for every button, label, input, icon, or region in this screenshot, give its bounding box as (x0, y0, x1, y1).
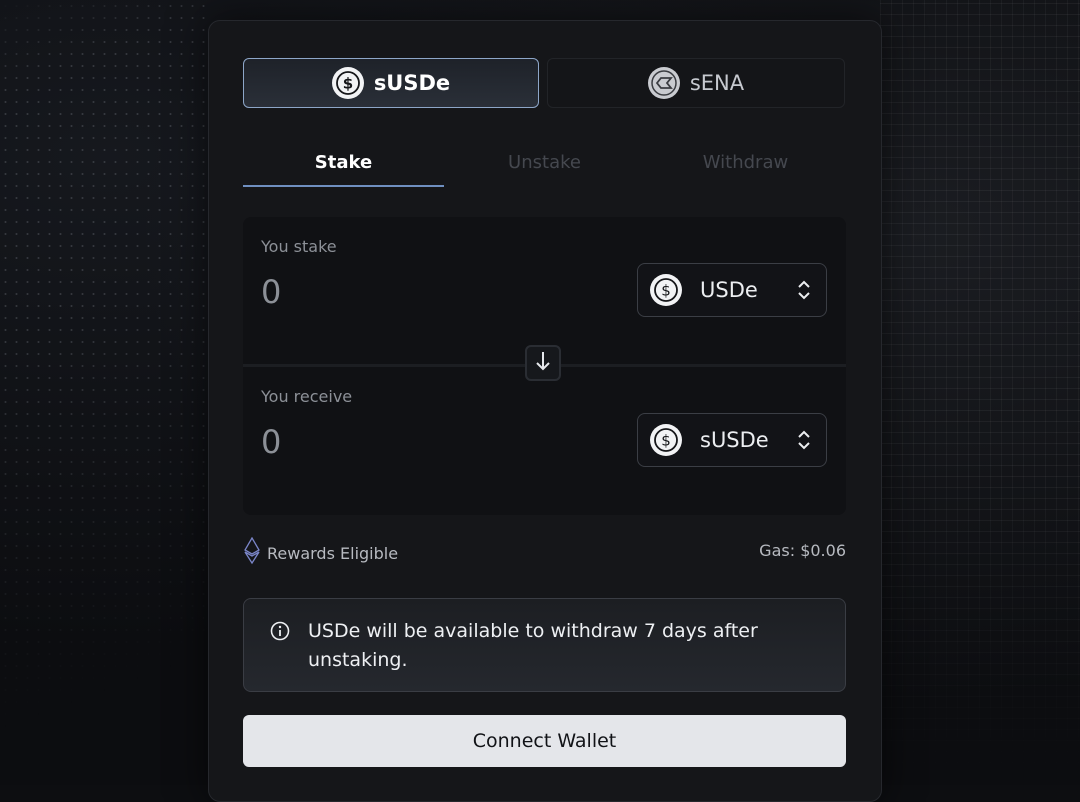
stake-label: You stake (261, 237, 337, 256)
usde-coin-icon: $ (331, 67, 364, 99)
susde-coin-icon: $ (650, 424, 682, 456)
chevron-up-down-icon (794, 278, 814, 302)
receive-token-name: sUSDe (700, 428, 769, 452)
rewards-label: Rewards Eligible (267, 543, 399, 563)
swap-box: You stake $ USDe (243, 217, 846, 515)
stake-amount-input[interactable] (261, 272, 561, 312)
chevron-up-down-icon (794, 428, 814, 452)
tab-unstake[interactable]: Unstake (444, 139, 645, 185)
stake-token-selector[interactable]: $ USDe (637, 263, 827, 317)
withdraw-notice: USDe will be available to withdraw 7 day… (243, 598, 846, 692)
svg-text:$: $ (343, 75, 353, 93)
background-pattern-right (880, 0, 1080, 785)
info-icon (270, 621, 290, 645)
ethereum-icon (243, 536, 261, 569)
ena-coin-icon (647, 67, 680, 99)
tab-sena[interactable]: sENA (547, 58, 845, 108)
tab-stake[interactable]: Stake (243, 139, 444, 187)
tab-susde[interactable]: $ sUSDe (243, 58, 539, 108)
gas-fee: Gas: $0.06 (759, 541, 846, 560)
stake-token-name: USDe (700, 278, 758, 302)
token-tabs: $ sUSDe sENA (243, 58, 846, 110)
arrow-down-icon (534, 350, 552, 376)
meta-row: Rewards Eligible Gas: $0.06 (243, 536, 846, 565)
receive-amount-input[interactable] (261, 422, 561, 462)
rewards-eligible: Rewards Eligible (243, 536, 399, 569)
swap-direction-button[interactable] (525, 345, 561, 381)
staking-panel: $ sUSDe sENA Stake Unstake Withdraw You … (208, 20, 882, 802)
tab-sena-label: sENA (689, 71, 745, 95)
connect-wallet-button[interactable]: Connect Wallet (243, 715, 846, 767)
receive-token-selector[interactable]: $ sUSDe (637, 413, 827, 467)
background-pattern-left (0, 0, 210, 785)
notice-text: USDe will be available to withdraw 7 day… (308, 620, 758, 671)
svg-text:$: $ (661, 432, 671, 450)
usde-coin-icon: $ (650, 274, 682, 306)
svg-text:$: $ (661, 282, 671, 300)
receive-label: You receive (261, 387, 353, 406)
tab-susde-label: sUSDe (373, 71, 451, 95)
action-tabs: Stake Unstake Withdraw (243, 139, 846, 187)
tab-withdraw[interactable]: Withdraw (645, 139, 846, 185)
